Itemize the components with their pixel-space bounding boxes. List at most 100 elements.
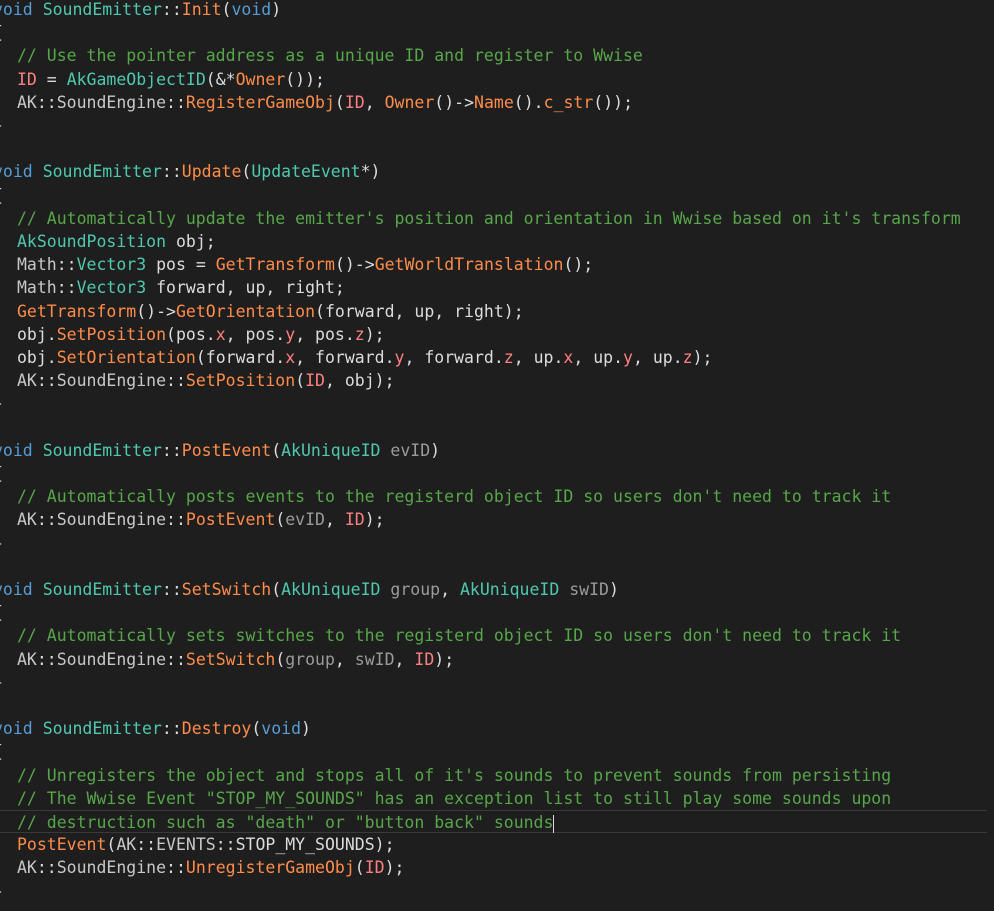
code-line[interactable]: {	[0, 21, 987, 44]
code-token: AK	[17, 649, 37, 669]
code-line[interactable]: }	[0, 671, 987, 694]
code-token: SoundEmitter	[42, 162, 162, 182]
code-token: ,	[334, 649, 355, 669]
code-token: y	[623, 348, 633, 367]
code-line[interactable]: Math::Vector3 pos = GetTransform()->GetW…	[0, 253, 987, 276]
code-line[interactable]: obj.SetOrientation(forward.x, forward.y,…	[0, 346, 987, 369]
code-token: Math	[17, 255, 57, 275]
indent-guide	[0, 91, 17, 114]
code-token: ::	[166, 649, 186, 669]
code-line[interactable]: // Use the pointer address as a unique I…	[0, 44, 987, 67]
code-token: (	[251, 719, 262, 739]
code-line[interactable]: AK::SoundEngine::SetPosition(ID, obj);	[0, 369, 987, 392]
indent-guide	[0, 508, 17, 531]
code-token: ::	[161, 162, 182, 182]
code-token: ::	[166, 92, 186, 112]
code-token: SoundEngine	[56, 371, 167, 391]
code-line[interactable]: // destruction such as "death" or "butto…	[0, 810, 987, 833]
code-token: SoundEmitter	[42, 0, 162, 19]
code-token: AK	[17, 858, 37, 878]
code-line[interactable]: }	[0, 392, 987, 415]
code-token: (	[271, 580, 282, 599]
code-token: ::	[161, 440, 182, 460]
code-token: AK	[17, 371, 37, 391]
code-line[interactable]: // Automatically sets switches to the re…	[0, 624, 987, 647]
code-token: AkSoundPosition	[17, 232, 167, 251]
code-line[interactable]: }	[0, 532, 987, 555]
code-line[interactable]	[0, 137, 987, 160]
code-line[interactable]: {	[0, 601, 987, 624]
code-token: z	[503, 348, 514, 367]
code-token: void	[0, 719, 33, 739]
code-line[interactable]: void SoundEmitter::PostEvent(AkUniqueID …	[0, 439, 987, 462]
code-token: (	[106, 835, 117, 855]
code-token: SoundEmitter	[42, 719, 162, 739]
code-line[interactable]: {	[0, 740, 987, 763]
code-token: GetOrientation	[175, 301, 316, 321]
code-line[interactable]	[0, 416, 987, 439]
code-line[interactable]: AK::SoundEngine::PostEvent(evID, ID);	[0, 508, 987, 531]
code-line[interactable]: void SoundEmitter::Update(UpdateEvent*)	[0, 160, 987, 183]
code-line[interactable]: AkSoundPosition obj;	[0, 230, 987, 253]
indent-guide	[0, 276, 17, 299]
code-line[interactable]: // Automatically update the emitter's po…	[0, 207, 987, 230]
code-token: forward, up, right;	[146, 278, 345, 298]
code-token: (	[275, 649, 286, 669]
code-line[interactable]: GetTransform()->GetOrientation(forward, …	[0, 300, 987, 323]
code-line[interactable]	[0, 694, 987, 717]
code-token: evID	[285, 510, 325, 530]
code-token: )	[271, 0, 282, 19]
code-token: (	[275, 510, 286, 530]
code-line[interactable]: }	[0, 114, 987, 137]
code-token: ::	[166, 858, 186, 878]
code-token: );	[364, 324, 385, 344]
code-token: (	[334, 92, 345, 112]
indent-guide	[0, 787, 17, 810]
code-line[interactable]: {	[0, 462, 987, 485]
code-token: Init	[181, 0, 222, 19]
code-line[interactable]: void SoundEmitter::Destroy(void)	[0, 717, 987, 740]
indent-guide	[0, 230, 17, 253]
code-token: SoundEngine	[56, 649, 167, 669]
code-token: y	[285, 324, 296, 344]
code-line[interactable]: Math::Vector3 forward, up, right;	[0, 276, 987, 299]
code-token: , up.	[632, 348, 683, 367]
code-line[interactable]: }	[0, 880, 987, 903]
indent-guide	[0, 68, 17, 91]
code-token: GetTransform	[17, 301, 137, 321]
code-line[interactable]: // The Wwise Event "STOP_MY_SOUNDS" has …	[0, 787, 987, 810]
code-line[interactable]: void SoundEmitter::Init(void)	[0, 0, 987, 21]
code-line[interactable]: ID = AkGameObjectID(&*Owner());	[0, 68, 987, 91]
code-line[interactable]	[0, 555, 987, 578]
code-line[interactable]: void SoundEmitter::SetSwitch(AkUniqueID …	[0, 578, 987, 601]
code-token: x	[285, 348, 296, 367]
code-line[interactable]: // Automatically posts events to the reg…	[0, 485, 987, 508]
code-token: (pos.	[166, 324, 216, 344]
code-token: SetOrientation	[56, 348, 196, 367]
code-editor[interactable]: void SoundEmitter::Init(void){// Use the…	[0, 0, 994, 911]
code-line[interactable]: PostEvent(AK::EVENTS::STOP_MY_SOUNDS);	[0, 833, 987, 856]
code-token: , obj);	[325, 371, 395, 391]
code-token: {	[0, 23, 3, 42]
code-line[interactable]: obj.SetPosition(pos.x, pos.y, pos.z);	[0, 323, 987, 346]
code-line[interactable]: AK::SoundEngine::SetSwitch(group, swID, …	[0, 648, 987, 671]
code-token: )	[430, 440, 441, 460]
code-token: SetPosition	[56, 324, 167, 344]
code-line[interactable]: AK::SoundEngine::RegisterGameObj(ID, Own…	[0, 91, 987, 114]
code-token: }	[0, 116, 3, 135]
code-line[interactable]: AK::SoundEngine::UnregisterGameObj(ID);	[0, 856, 987, 879]
code-token: UpdateEvent	[251, 162, 361, 182]
code-line[interactable]: {	[0, 184, 987, 207]
indent-guide	[0, 369, 17, 392]
code-token: PostEvent	[181, 440, 272, 460]
code-line[interactable]: // Unregisters the object and stops all …	[0, 764, 987, 787]
code-token: SetPosition	[185, 371, 296, 391]
code-token: GetWorldTranslation	[374, 255, 564, 275]
code-token: // The Wwise Event "STOP_MY_SOUNDS" has …	[17, 788, 892, 808]
code-token: STOP_MY_SOUNDS);	[235, 835, 395, 855]
code-token: ::	[161, 719, 182, 739]
code-token: ID	[364, 858, 385, 878]
code-token: Destroy	[181, 719, 252, 739]
